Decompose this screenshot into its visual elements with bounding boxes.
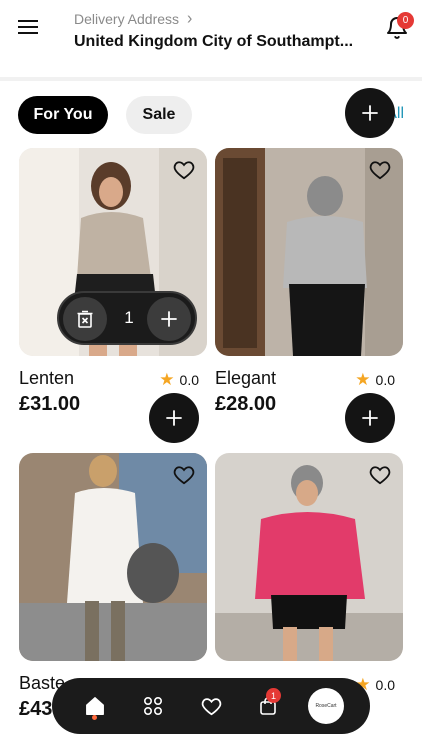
cart-badge: 1 — [266, 688, 281, 703]
add-to-cart-button[interactable] — [345, 393, 395, 443]
product-price: £28.00 — [215, 393, 277, 415]
star-icon: ★ — [355, 370, 371, 389]
star-icon: ★ — [159, 370, 175, 389]
favorite-heart-icon[interactable] — [369, 465, 391, 485]
product-price: £31.00 — [19, 393, 81, 415]
chevron-right-icon: › — [187, 9, 193, 28]
product-price: £43 — [19, 698, 53, 720]
heart-icon[interactable] — [197, 692, 225, 720]
chip-sale[interactable]: Sale — [126, 96, 192, 134]
bottom-navigation: 1 RoseCart — [52, 678, 370, 734]
increase-quantity-button[interactable] — [147, 297, 191, 341]
notification-badge: 0 — [397, 12, 414, 29]
favorite-heart-icon[interactable] — [173, 160, 195, 180]
delete-icon[interactable] — [63, 297, 107, 341]
quantity-value: 1 — [124, 308, 134, 327]
rating-value: 0.0 — [179, 372, 199, 388]
product-name: Lenten — [19, 368, 75, 388]
favorite-heart-icon[interactable] — [173, 465, 195, 485]
delivery-label: Delivery Address — [74, 11, 180, 27]
active-indicator — [92, 715, 97, 720]
rating-value: 0.0 — [375, 372, 395, 388]
rating-value: 0.0 — [375, 677, 395, 693]
delivery-address-value: United Kingdom City of Southampt... — [74, 33, 354, 50]
product-rating: ★ 0.0 — [159, 370, 199, 390]
grid-icon[interactable] — [139, 692, 167, 720]
app-header: Delivery Address › United Kingdom City o… — [0, 0, 422, 78]
favorite-heart-icon[interactable] — [369, 160, 391, 180]
brand-logo[interactable]: RoseCart — [308, 684, 344, 728]
logo-disc: RoseCart — [308, 688, 344, 724]
delivery-address[interactable]: Delivery Address › United Kingdom City o… — [74, 9, 374, 51]
add-to-cart-button[interactable] — [345, 88, 395, 138]
chip-for-you[interactable]: For You — [18, 96, 108, 134]
product-name: Elegant — [215, 368, 277, 388]
product-rating: ★ 0.0 — [355, 370, 395, 390]
header-divider — [0, 77, 422, 81]
quantity-stepper: 1 — [57, 291, 197, 345]
menu-icon[interactable] — [18, 18, 40, 38]
add-to-cart-button[interactable] — [149, 393, 199, 443]
